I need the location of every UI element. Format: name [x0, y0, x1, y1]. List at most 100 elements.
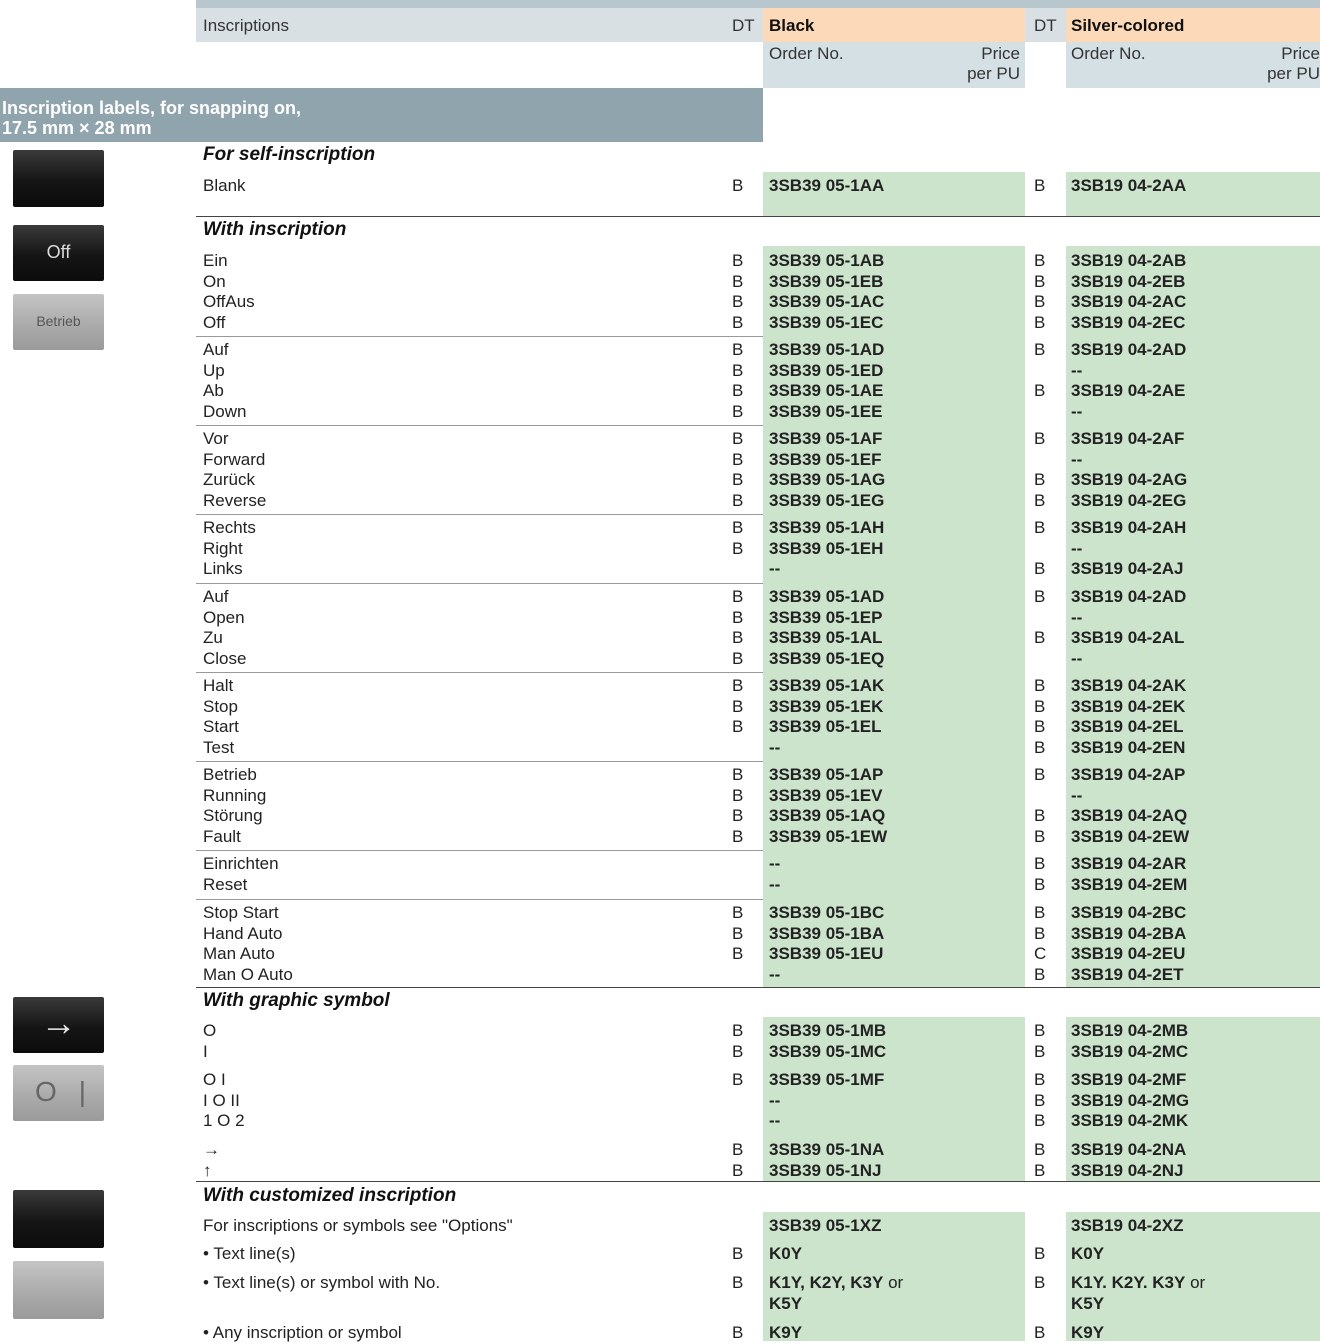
- group-divider: [196, 216, 1320, 217]
- row-dt-black: B: [732, 490, 744, 510]
- row-dt-black: B: [732, 826, 744, 846]
- row-order-silver: 3SB19 04-2AK: [1071, 676, 1187, 695]
- row-order-silver: 3SB19 04-2AD: [1071, 587, 1187, 606]
- row-order-black: --: [769, 964, 781, 984]
- row-dt-silver: B: [1034, 340, 1046, 359]
- group-divider: [196, 987, 1320, 988]
- row-dt-silver: B: [1034, 1160, 1046, 1180]
- row-label: ↑: [203, 1160, 212, 1180]
- row-label: Man Auto: [203, 944, 275, 963]
- group-divider: [196, 1181, 1320, 1182]
- row-dt-silver: B: [1034, 923, 1046, 943]
- header-inscriptions: Inscriptions: [203, 16, 289, 35]
- row-dt-black: B: [732, 696, 744, 716]
- row-order-silver: 3SB19 04-2AH: [1071, 518, 1187, 537]
- order-number: K1Y, K2Y, K3Y: [769, 1273, 884, 1292]
- row-label: Forward: [203, 449, 266, 469]
- row-order-black: --: [769, 874, 781, 894]
- row-order-black: 3SB39 05-1AQ: [769, 806, 886, 825]
- group-title: With customized inscription: [203, 1185, 457, 1206]
- row-order-silver: --: [1071, 401, 1083, 421]
- row-order-silver: 3SB19 04-2AF: [1071, 429, 1185, 448]
- row-label: O I: [203, 1070, 226, 1089]
- row-order-black-cont: K5Y: [769, 1293, 803, 1313]
- row-label: O: [203, 1021, 217, 1040]
- row-label: Auf: [203, 340, 229, 359]
- row-dt-silver: B: [1034, 1021, 1046, 1040]
- row-dt-black: B: [732, 381, 744, 400]
- row-label: Reverse: [203, 490, 267, 510]
- row-dt-black: B: [732, 271, 744, 291]
- row-order-silver: K0Y: [1071, 1244, 1105, 1263]
- row-label: Reset: [203, 874, 248, 894]
- row-dt-black: B: [732, 1244, 744, 1263]
- row-dt-silver: B: [1034, 717, 1046, 736]
- row-dt-silver: B: [1034, 964, 1046, 984]
- row-order-black: 3SB39 05-1EF: [769, 449, 882, 469]
- row-label: Störung: [203, 806, 263, 825]
- row-dt-silver: B: [1034, 1090, 1046, 1110]
- row-dt-black: B: [732, 648, 744, 668]
- row-dt-silver: B: [1034, 429, 1046, 448]
- row-order-black: 3SB39 05-1AD: [769, 587, 885, 606]
- label-thumb-betrieb: Betrieb: [13, 294, 104, 350]
- row-order-black: K9Y: [769, 1323, 803, 1342]
- order-number: K1Y. K2Y. K3Y: [1071, 1273, 1186, 1292]
- row-dt-silver: B: [1034, 381, 1046, 400]
- label-thumb-betrieb-text: Betrieb: [36, 313, 81, 329]
- row-dt-silver: B: [1034, 874, 1046, 894]
- row-order-black: 3SB39 05-1EH: [769, 538, 884, 558]
- row-label: Auf: [203, 587, 229, 606]
- row-order-black: 3SB39 05-1AD: [769, 340, 885, 359]
- row-dt-black: B: [732, 312, 744, 332]
- row-dt-silver: B: [1034, 806, 1046, 825]
- row-order-silver: --: [1071, 449, 1083, 469]
- row-dt-black: B: [732, 944, 744, 963]
- row-divider: [196, 672, 763, 673]
- row-order-silver: 3SB19 04-2EK: [1071, 696, 1186, 716]
- row-order-silver: 3SB19 04-2EG: [1071, 490, 1187, 510]
- header-price-silver: Price: [1281, 44, 1320, 63]
- row-order-black: 3SB39 05-1EE: [769, 401, 883, 421]
- row-order-black: 3SB39 05-1NA: [769, 1140, 885, 1159]
- row-dt-black: B: [732, 401, 744, 421]
- label-thumb-blank-black: [13, 150, 104, 207]
- row-label: Man O Auto: [203, 964, 293, 984]
- o-i-symbol-icon: O|: [35, 1076, 109, 1107]
- row-label: Close: [203, 648, 247, 668]
- row-order-black: --: [769, 737, 781, 757]
- row-label: Hand Auto: [203, 923, 283, 943]
- row-label: Test: [203, 737, 235, 757]
- row-dt-silver: B: [1034, 1041, 1046, 1061]
- row-label: Links: [203, 559, 243, 578]
- row-dt-silver: B: [1034, 490, 1046, 510]
- row-dt-black: B: [732, 1160, 744, 1180]
- row-order-black: 3SB39 05-1MF: [769, 1070, 885, 1089]
- row-label: Stop: [203, 696, 238, 716]
- row-dt-black: B: [732, 628, 744, 647]
- row-dt-silver: B: [1034, 676, 1046, 695]
- label-thumb-off: Off: [13, 225, 104, 281]
- row-divider: [196, 514, 763, 515]
- row-dt-black: B: [732, 717, 744, 736]
- row-dt-silver: B: [1034, 737, 1046, 757]
- row-label: OffAus: [203, 292, 255, 311]
- row-dt-silver: B: [1034, 587, 1046, 606]
- row-label: Off: [203, 312, 226, 332]
- row-label: I: [203, 1041, 208, 1061]
- row-dt-black: B: [732, 1070, 744, 1089]
- row-order-silver: 3SB19 04-2AG: [1071, 470, 1188, 489]
- row-order-silver: --: [1071, 785, 1083, 805]
- row-dt-silver: B: [1034, 628, 1046, 647]
- row-divider: [196, 761, 763, 762]
- row-dt-black: B: [732, 449, 744, 469]
- row-order-black: 3SB39 05-1NJ: [769, 1160, 882, 1180]
- row-dt-silver: B: [1034, 1070, 1046, 1089]
- row-order-black: 3SB39 05-1BA: [769, 923, 885, 943]
- row-dt-silver: B: [1034, 176, 1046, 195]
- row-order-black: 3SB39 05-1MC: [769, 1041, 887, 1061]
- row-label: Halt: [203, 676, 234, 695]
- row-label: Blank: [203, 176, 246, 195]
- row-order-black: 3SB39 05-1EK: [769, 696, 884, 716]
- row-dt-black: B: [732, 292, 744, 311]
